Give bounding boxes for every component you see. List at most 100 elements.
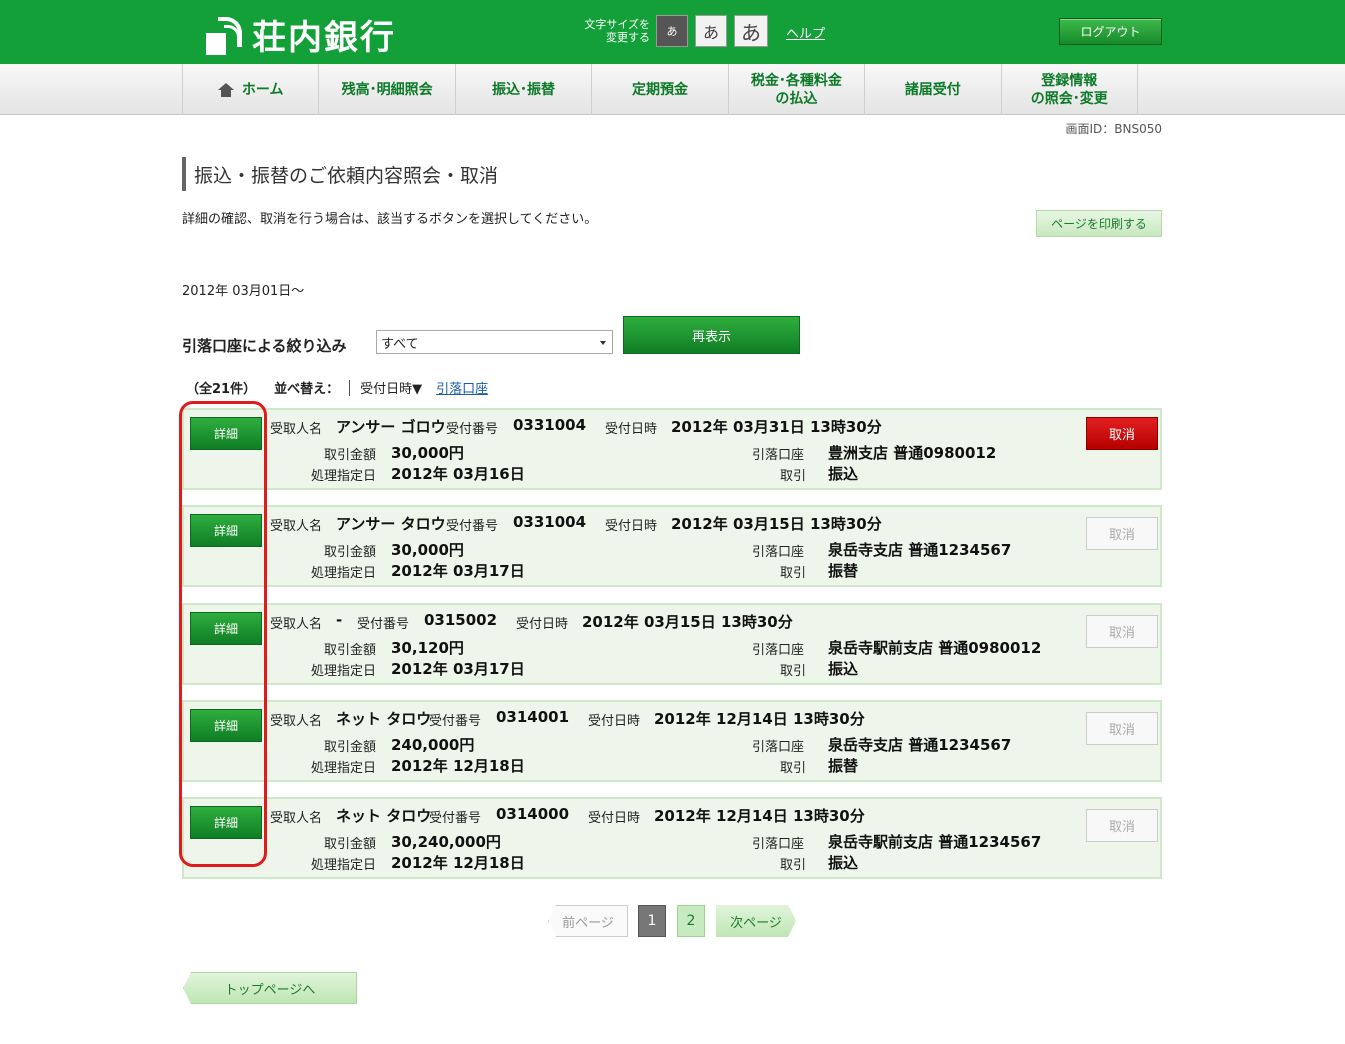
cancel-button[interactable]: 取消 <box>1086 517 1158 550</box>
nav-home[interactable]: ホーム <box>183 64 320 115</box>
amount-label: 取引金額 <box>324 545 377 560</box>
nav-notifications[interactable]: 諸届受付 <box>865 64 1002 115</box>
nav-registration-info[interactable]: 登録情報 の照会･変更 <box>1002 64 1138 115</box>
help-link[interactable]: ヘルプ <box>786 23 825 42</box>
cancel-button[interactable]: 取消 <box>1086 712 1158 745</box>
transaction-type: 振込 <box>828 854 859 872</box>
debit-account-label: 引落口座 <box>752 740 805 755</box>
receipt-no-label: 受付番号 <box>429 714 482 729</box>
receipt-no: 0331004 <box>513 416 587 434</box>
receipt-no: 0314000 <box>496 805 570 823</box>
process-date-label: 処理指定日 <box>311 858 377 873</box>
receipt-datetime: 2012年 03月31日 13時30分 <box>671 418 882 436</box>
top-page-button[interactable]: トップページへ <box>183 972 357 1004</box>
recipient-name: アンサー ゴロウ <box>336 418 446 436</box>
receipt-no-label: 受付番号 <box>357 617 410 632</box>
debit-account: 泉岳寺支店 普通1234567 <box>828 541 1012 559</box>
nav-balance-statement[interactable]: 残高･明細照会 <box>319 64 456 115</box>
sort-bar: （全21件） 並べ替え： 受付日時▼ 引落口座 <box>186 378 488 397</box>
filter-label: 引落口座による絞り込み <box>182 337 347 355</box>
receipt-no-label: 受付番号 <box>446 519 499 534</box>
bank-name: 荘内銀行 <box>252 18 396 58</box>
print-page-button[interactable]: ページを印刷する <box>1036 210 1162 237</box>
receipt-no: 0315002 <box>424 611 498 629</box>
date-range: 2012年 03月01日～ <box>182 284 305 299</box>
page-2-button[interactable]: 2 <box>677 905 705 937</box>
receipt-datetime-label: 受付日時 <box>605 422 658 437</box>
process-date-label: 処理指定日 <box>311 469 377 484</box>
cancel-button[interactable]: 取消 <box>1086 809 1158 842</box>
detail-button[interactable]: 詳細 <box>190 514 262 547</box>
receipt-no: 0314001 <box>496 708 570 726</box>
transaction-label: 取引 <box>780 469 807 484</box>
chevron-down-icon <box>600 341 606 345</box>
screen-id: 画面ID：BNS050 <box>1065 122 1162 136</box>
page-title: 振込・振替のご依頼内容照会・取消 <box>182 157 498 191</box>
amount: 30,120円 <box>391 639 464 657</box>
sort-by-debit-account-link[interactable]: 引落口座 <box>436 378 488 397</box>
transaction-label: 取引 <box>780 664 807 679</box>
transaction-label: 取引 <box>780 761 807 776</box>
nav-transfer[interactable]: 振込･振替 <box>456 64 593 115</box>
recipient-label: 受取人名 <box>270 714 323 729</box>
home-icon <box>217 82 234 97</box>
page-1-button[interactable]: 1 <box>638 905 666 937</box>
debit-account-label: 引落口座 <box>752 545 805 560</box>
header-bar: 荘内銀行 文字サイズを 変更する あ あ あ ヘルプ ログアウト <box>0 0 1345 64</box>
cancel-button[interactable]: 取消 <box>1086 615 1158 648</box>
transaction-type: 振込 <box>828 660 859 678</box>
cancel-button[interactable]: 取消 <box>1086 417 1158 450</box>
receipt-datetime-label: 受付日時 <box>516 617 569 632</box>
process-date: 2012年 12月18日 <box>391 854 525 872</box>
sort-by-receipt-datetime[interactable]: 受付日時▼ <box>360 378 422 397</box>
font-size-small-button[interactable]: あ <box>656 15 688 47</box>
table-row: 詳細 受取人名 ネット タロウ 受付番号 0314000 受付日時 2012年 … <box>182 797 1162 879</box>
process-date-label: 処理指定日 <box>311 664 377 679</box>
debit-account: 泉岳寺支店 普通1234567 <box>828 736 1012 754</box>
transaction-type: 振込 <box>828 465 859 483</box>
debit-account-label: 引落口座 <box>752 837 805 852</box>
debit-account-filter-select[interactable]: すべて <box>376 330 613 354</box>
debit-account: 泉岳寺駅前支店 普通0980012 <box>828 639 1042 657</box>
transaction-type: 振替 <box>828 757 859 775</box>
font-size-label: 文字サイズを 変更する <box>584 18 650 44</box>
detail-button[interactable]: 詳細 <box>190 417 262 450</box>
receipt-datetime: 2012年 12月14日 13時30分 <box>654 710 865 728</box>
receipt-datetime-label: 受付日時 <box>605 519 658 534</box>
prev-page-button[interactable]: 前ページ <box>548 905 628 937</box>
bank-logo[interactable]: 荘内銀行 <box>206 10 396 59</box>
debit-account: 泉岳寺駅前支店 普通1234567 <box>828 833 1042 851</box>
process-date-label: 処理指定日 <box>311 761 377 776</box>
process-date: 2012年 12月18日 <box>391 757 525 775</box>
font-size-large-button[interactable]: あ <box>734 15 768 47</box>
transaction-label: 取引 <box>780 566 807 581</box>
table-row: 詳細 受取人名 ネット タロウ 受付番号 0314001 受付日時 2012年 … <box>182 700 1162 782</box>
debit-account-label: 引落口座 <box>752 643 805 658</box>
detail-button[interactable]: 詳細 <box>190 709 262 742</box>
transaction-type: 振替 <box>828 562 859 580</box>
amount: 240,000円 <box>391 736 475 754</box>
table-row: 詳細 受取人名 アンサー ゴロウ 受付番号 0331004 受付日時 2012年… <box>182 408 1162 490</box>
amount: 30,000円 <box>391 541 464 559</box>
detail-button[interactable]: 詳細 <box>190 612 262 645</box>
receipt-datetime: 2012年 12月14日 13時30分 <box>654 807 865 825</box>
debit-account: 豊洲支店 普通0980012 <box>828 444 997 462</box>
debit-account-label: 引落口座 <box>752 448 805 463</box>
recipient-name: ネット タロウ <box>336 807 432 825</box>
amount: 30,240,000円 <box>391 833 501 851</box>
logout-button[interactable]: ログアウト <box>1059 18 1162 45</box>
bank-logo-icon <box>206 15 244 55</box>
recipient-label: 受取人名 <box>270 422 323 437</box>
receipt-datetime: 2012年 03月15日 13時30分 <box>671 515 882 533</box>
redisplay-button[interactable]: 再表示 <box>623 316 800 354</box>
recipient-name: ネット タロウ <box>336 710 432 728</box>
table-row: 詳細 受取人名 アンサー タロウ 受付番号 0331004 受付日時 2012年… <box>182 505 1162 587</box>
recipient-label: 受取人名 <box>270 519 323 534</box>
recipient-name: - <box>336 611 343 629</box>
next-page-button[interactable]: 次ページ <box>716 905 796 937</box>
detail-button[interactable]: 詳細 <box>190 806 262 839</box>
nav-tax-payment[interactable]: 税金･各種料金 の払込 <box>729 64 866 115</box>
font-size-medium-button[interactable]: あ <box>695 15 727 47</box>
nav-time-deposit[interactable]: 定期預金 <box>592 64 729 115</box>
transaction-label: 取引 <box>780 858 807 873</box>
